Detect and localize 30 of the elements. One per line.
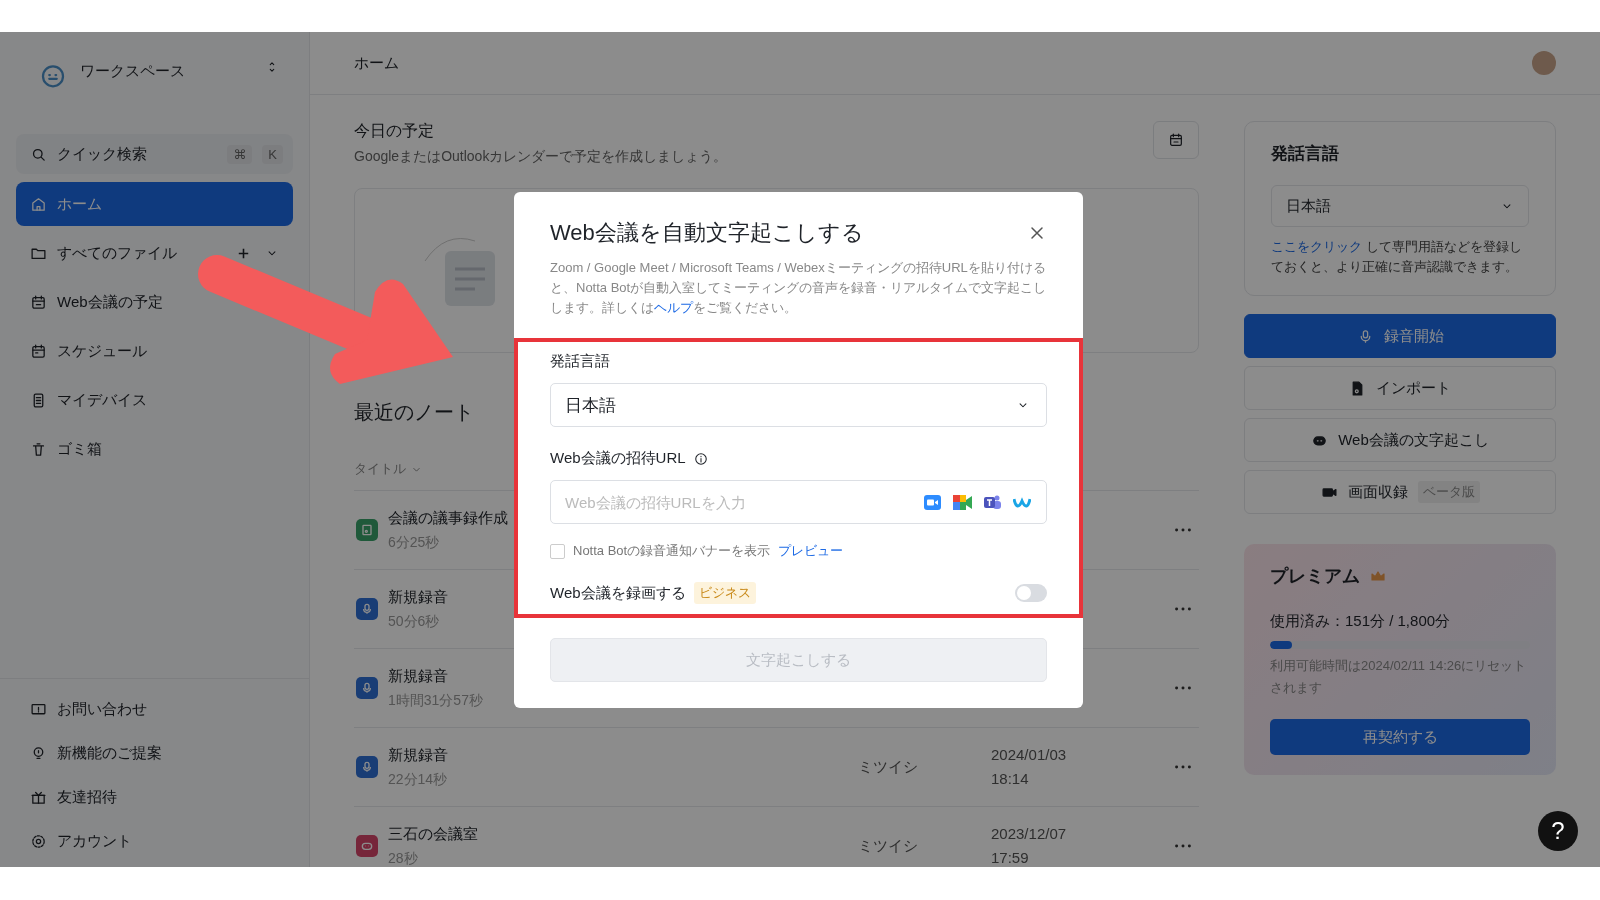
section-subtitle: GoogleまたはOutlookカレンダーで予定を作成しましょう。 [354, 148, 728, 166]
shortcut-key: ⌘ [227, 144, 253, 164]
toggle-label: Web会議を録画する [550, 583, 686, 603]
card-title: プレミアム [1270, 565, 1360, 588]
field-label: Web会議の招待URL [550, 449, 686, 468]
hint-text: ここをクリック して専門用語などを登録しておくと、より正確に音声認識できます。 [1271, 238, 1523, 276]
checkbox-label: Notta Botの録音通知バナーを表示 [573, 542, 771, 560]
note-owner: ミツイシ [858, 757, 918, 775]
usage-text: 使用済み：151分 / 1,800分 [1270, 612, 1452, 631]
note-time: 17:59 [991, 848, 1030, 867]
shortcut-key: K [262, 144, 283, 164]
note-owner: ミツイシ [858, 836, 918, 854]
section-title: 今日の予定 [354, 121, 434, 141]
workspace-name: ワークスペース [80, 62, 186, 81]
field-label: 発話言語 [550, 352, 610, 371]
page-title: ホーム [354, 53, 399, 73]
note-title: 新規録音 [388, 587, 448, 607]
note-date: 2023/12/07 [991, 824, 1068, 844]
note-title: 新規録音 [388, 745, 448, 765]
note-title: 三石の会議室 [388, 824, 478, 844]
business-badge: ビジネス [693, 582, 756, 604]
section-title: 最近のノート [354, 400, 474, 425]
card-title: 発話言語 [1271, 143, 1339, 165]
dialog-description: Zoom / Google Meet / Microsoft Teams / Webexミーティングの招待URLを貼り付けると、Notta Botが自動入室してミーティングの音声を録音・リアルタイムで文字起こしします。詳しくはヘルプをご覧ください。 [549, 259, 1048, 317]
note-title: 会議の議事録作成 [388, 508, 508, 528]
note-title: 新規録音 [388, 666, 448, 686]
note-time: 18:14 [991, 769, 1030, 789]
dialog-title: Web会議を自動文字起こしする [550, 219, 864, 247]
note-duration: 28秒 [388, 849, 418, 867]
note-date: 2024/01/03 [991, 745, 1068, 765]
